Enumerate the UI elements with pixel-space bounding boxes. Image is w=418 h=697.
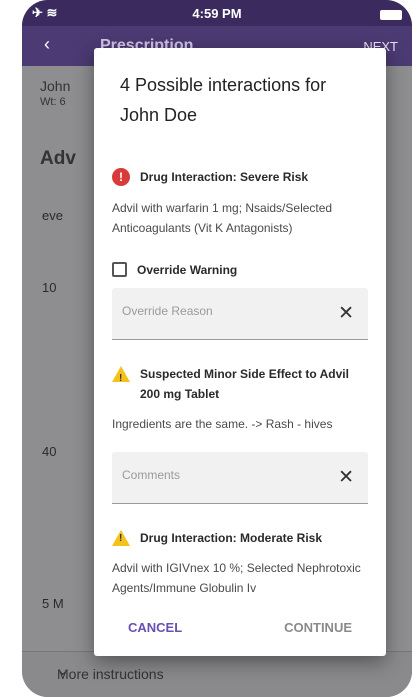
error-icon: ! xyxy=(112,168,130,186)
status-bar: ✈ ︎≋ 4:59 PM xyxy=(22,0,412,26)
override-reason-input[interactable] xyxy=(122,304,322,318)
back-arrow-icon[interactable]: ‹ xyxy=(44,34,50,55)
phone-screen: ✈ ︎≋ 4:59 PM ‹ Prescription NEXT John Wt… xyxy=(22,0,412,697)
chevron-down-icon: ⌄ xyxy=(57,662,69,678)
quantity-field[interactable]: 40 xyxy=(42,444,56,459)
continue-button[interactable]: CONTINUE xyxy=(284,620,352,635)
patient-weight: Wt: 6 xyxy=(40,96,66,108)
severe-risk-description: Advil with warfarin 1 mg; Nsaids/Selecte… xyxy=(112,201,333,235)
frequency-field[interactable]: eve xyxy=(42,208,63,223)
clear-icon[interactable]: ✕ xyxy=(338,302,354,325)
warning-icon xyxy=(112,366,130,389)
duration-field[interactable]: 10 xyxy=(42,280,56,295)
section-heading: Adv xyxy=(40,148,76,169)
status-time: 4:59 PM xyxy=(192,6,242,21)
moderate-risk-heading: Drug Interaction: Moderate Risk xyxy=(112,530,322,546)
moderate-risk-description: Advil with IGIVnex 10 %; Selected Nephro… xyxy=(112,561,361,595)
override-reason-field[interactable]: ✕ xyxy=(112,288,368,340)
side-effect-description: Ingredients are the same. -> Rash - hive… xyxy=(112,417,333,431)
dose-field[interactable]: 5 M xyxy=(42,596,64,611)
patient-name: John xyxy=(40,78,71,94)
side-effect-heading: Suspected Minor Side Effect to Advil 200… xyxy=(112,366,362,404)
comments-field[interactable]: ✕ xyxy=(112,452,368,504)
override-warning-label: Override Warning xyxy=(137,262,238,277)
clear-icon[interactable]: ✕ xyxy=(338,466,354,489)
dialog-title: 4 Possible interactions for John Doe xyxy=(120,75,327,125)
warning-icon xyxy=(112,530,130,546)
more-instructions-row[interactable]: More instructions ⌄ xyxy=(22,651,412,697)
severe-risk-heading: ! Drug Interaction: Severe Risk xyxy=(112,168,308,186)
override-warning-checkbox[interactable]: Override Warning xyxy=(112,262,237,277)
battery-icon xyxy=(380,6,402,21)
interactions-dialog: 4 Possible interactions for John Doe ! D… xyxy=(94,48,386,656)
dialog-actions: CANCEL CONTINUE xyxy=(94,612,386,642)
checkbox-box[interactable] xyxy=(112,262,127,277)
cancel-button[interactable]: CANCEL xyxy=(128,620,182,635)
comments-input[interactable] xyxy=(122,468,322,482)
